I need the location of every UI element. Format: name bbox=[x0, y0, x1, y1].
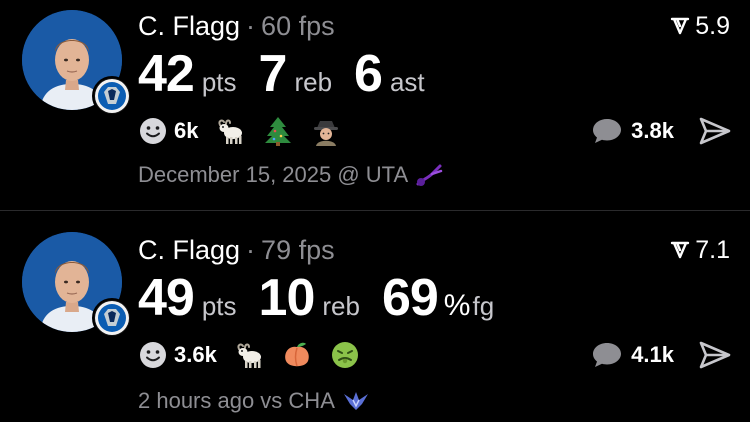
score-value: 7.1 bbox=[695, 236, 730, 264]
stat-unit: pts bbox=[201, 291, 237, 321]
post-card[interactable]: C. Flagg · 60 fps 5.9 42 pts 7 reb 6 ast 6k bbox=[0, 0, 750, 210]
christmas-tree-icon[interactable] bbox=[262, 115, 294, 147]
header-separator: · bbox=[246, 11, 256, 41]
reaction-count: 3.6k bbox=[174, 342, 217, 367]
goat-icon[interactable] bbox=[214, 115, 246, 147]
game-date: December 15, 2025 @ UTA bbox=[138, 162, 409, 187]
send-icon bbox=[699, 117, 731, 145]
reaction-button[interactable]: 6k bbox=[138, 116, 198, 146]
game-date: 2 hours ago vs CHA bbox=[138, 388, 335, 413]
detective-icon[interactable] bbox=[310, 115, 342, 147]
hornets-icon bbox=[341, 388, 371, 414]
stat-value: 49 bbox=[138, 269, 195, 327]
stat-value: 10 bbox=[258, 269, 316, 327]
player-name[interactable]: C. Flagg bbox=[138, 11, 240, 41]
send-icon bbox=[699, 341, 731, 369]
header-separator: · bbox=[246, 235, 256, 265]
comment-bubble-icon bbox=[593, 119, 622, 143]
reaction-button[interactable]: 3.6k bbox=[138, 340, 217, 370]
score-badge: 5.9 bbox=[669, 10, 730, 42]
post-actions: 4.1k bbox=[591, 338, 732, 372]
post-card[interactable]: C. Flagg · 79 fps 7.1 49 pts 10 reb 69 %fg 3.… bbox=[0, 212, 750, 422]
share-button[interactable] bbox=[698, 116, 732, 146]
share-button[interactable] bbox=[698, 340, 732, 370]
stat-value: 7 bbox=[258, 45, 288, 103]
stat-assists: 6 ast bbox=[354, 42, 425, 106]
jazz-note-icon bbox=[414, 162, 444, 188]
stat-line: 49 pts 10 reb 69 %fg bbox=[138, 266, 516, 330]
stat-rebounds: 7 reb bbox=[259, 42, 333, 106]
comment-count: 3.8k bbox=[631, 118, 674, 143]
comments-button[interactable]: 3.8k bbox=[591, 117, 674, 145]
post-header: C. Flagg · 60 fps bbox=[138, 10, 335, 42]
score-icon bbox=[671, 17, 690, 35]
stat-unit: reb bbox=[322, 291, 360, 321]
peach-icon[interactable] bbox=[281, 339, 313, 371]
comment-bubble-icon bbox=[593, 343, 622, 367]
comment-count: 4.1k bbox=[631, 342, 674, 367]
stat-rebounds: 10 reb bbox=[259, 266, 360, 330]
goat-icon[interactable] bbox=[233, 339, 265, 371]
stat-value: 42 bbox=[138, 45, 195, 103]
post-actions: 3.8k bbox=[591, 114, 732, 148]
stat-unit: fg bbox=[472, 291, 495, 321]
smiley-icon bbox=[140, 118, 166, 144]
fps-label: 60 fps bbox=[261, 11, 335, 41]
fps-label: 79 fps bbox=[261, 235, 335, 265]
stat-points: 42 pts bbox=[138, 42, 237, 106]
stat-points: 49 pts bbox=[138, 266, 237, 330]
stat-value: 6 bbox=[354, 45, 383, 103]
score-icon bbox=[671, 241, 690, 259]
score-badge: 7.1 bbox=[669, 234, 730, 266]
stat-unit: ast bbox=[389, 67, 425, 97]
post-divider bbox=[0, 210, 750, 211]
team-badge-icon bbox=[92, 76, 132, 116]
stat-field-goal: 69 %fg bbox=[382, 266, 494, 330]
stat-unit: reb bbox=[294, 67, 333, 97]
team-badge-icon bbox=[92, 298, 132, 338]
post-header: C. Flagg · 79 fps bbox=[138, 234, 335, 266]
player-name[interactable]: C. Flagg bbox=[138, 235, 240, 265]
stat-prefix: % bbox=[443, 289, 471, 322]
score-value: 5.9 bbox=[695, 12, 730, 40]
stat-line: 42 pts 7 reb 6 ast bbox=[138, 42, 447, 106]
stat-value: 69 bbox=[381, 269, 439, 327]
stat-unit: pts bbox=[201, 67, 237, 97]
nauseated-face-icon[interactable] bbox=[329, 339, 361, 371]
smiley-icon bbox=[140, 342, 166, 368]
reaction-count: 6k bbox=[174, 118, 199, 143]
game-info[interactable]: December 15, 2025 @ UTA bbox=[138, 158, 444, 192]
game-info[interactable]: 2 hours ago vs CHA bbox=[138, 384, 371, 418]
comments-button[interactable]: 4.1k bbox=[591, 341, 674, 369]
reaction-bar: 3.6k bbox=[138, 338, 361, 372]
reaction-bar: 6k bbox=[138, 114, 342, 148]
